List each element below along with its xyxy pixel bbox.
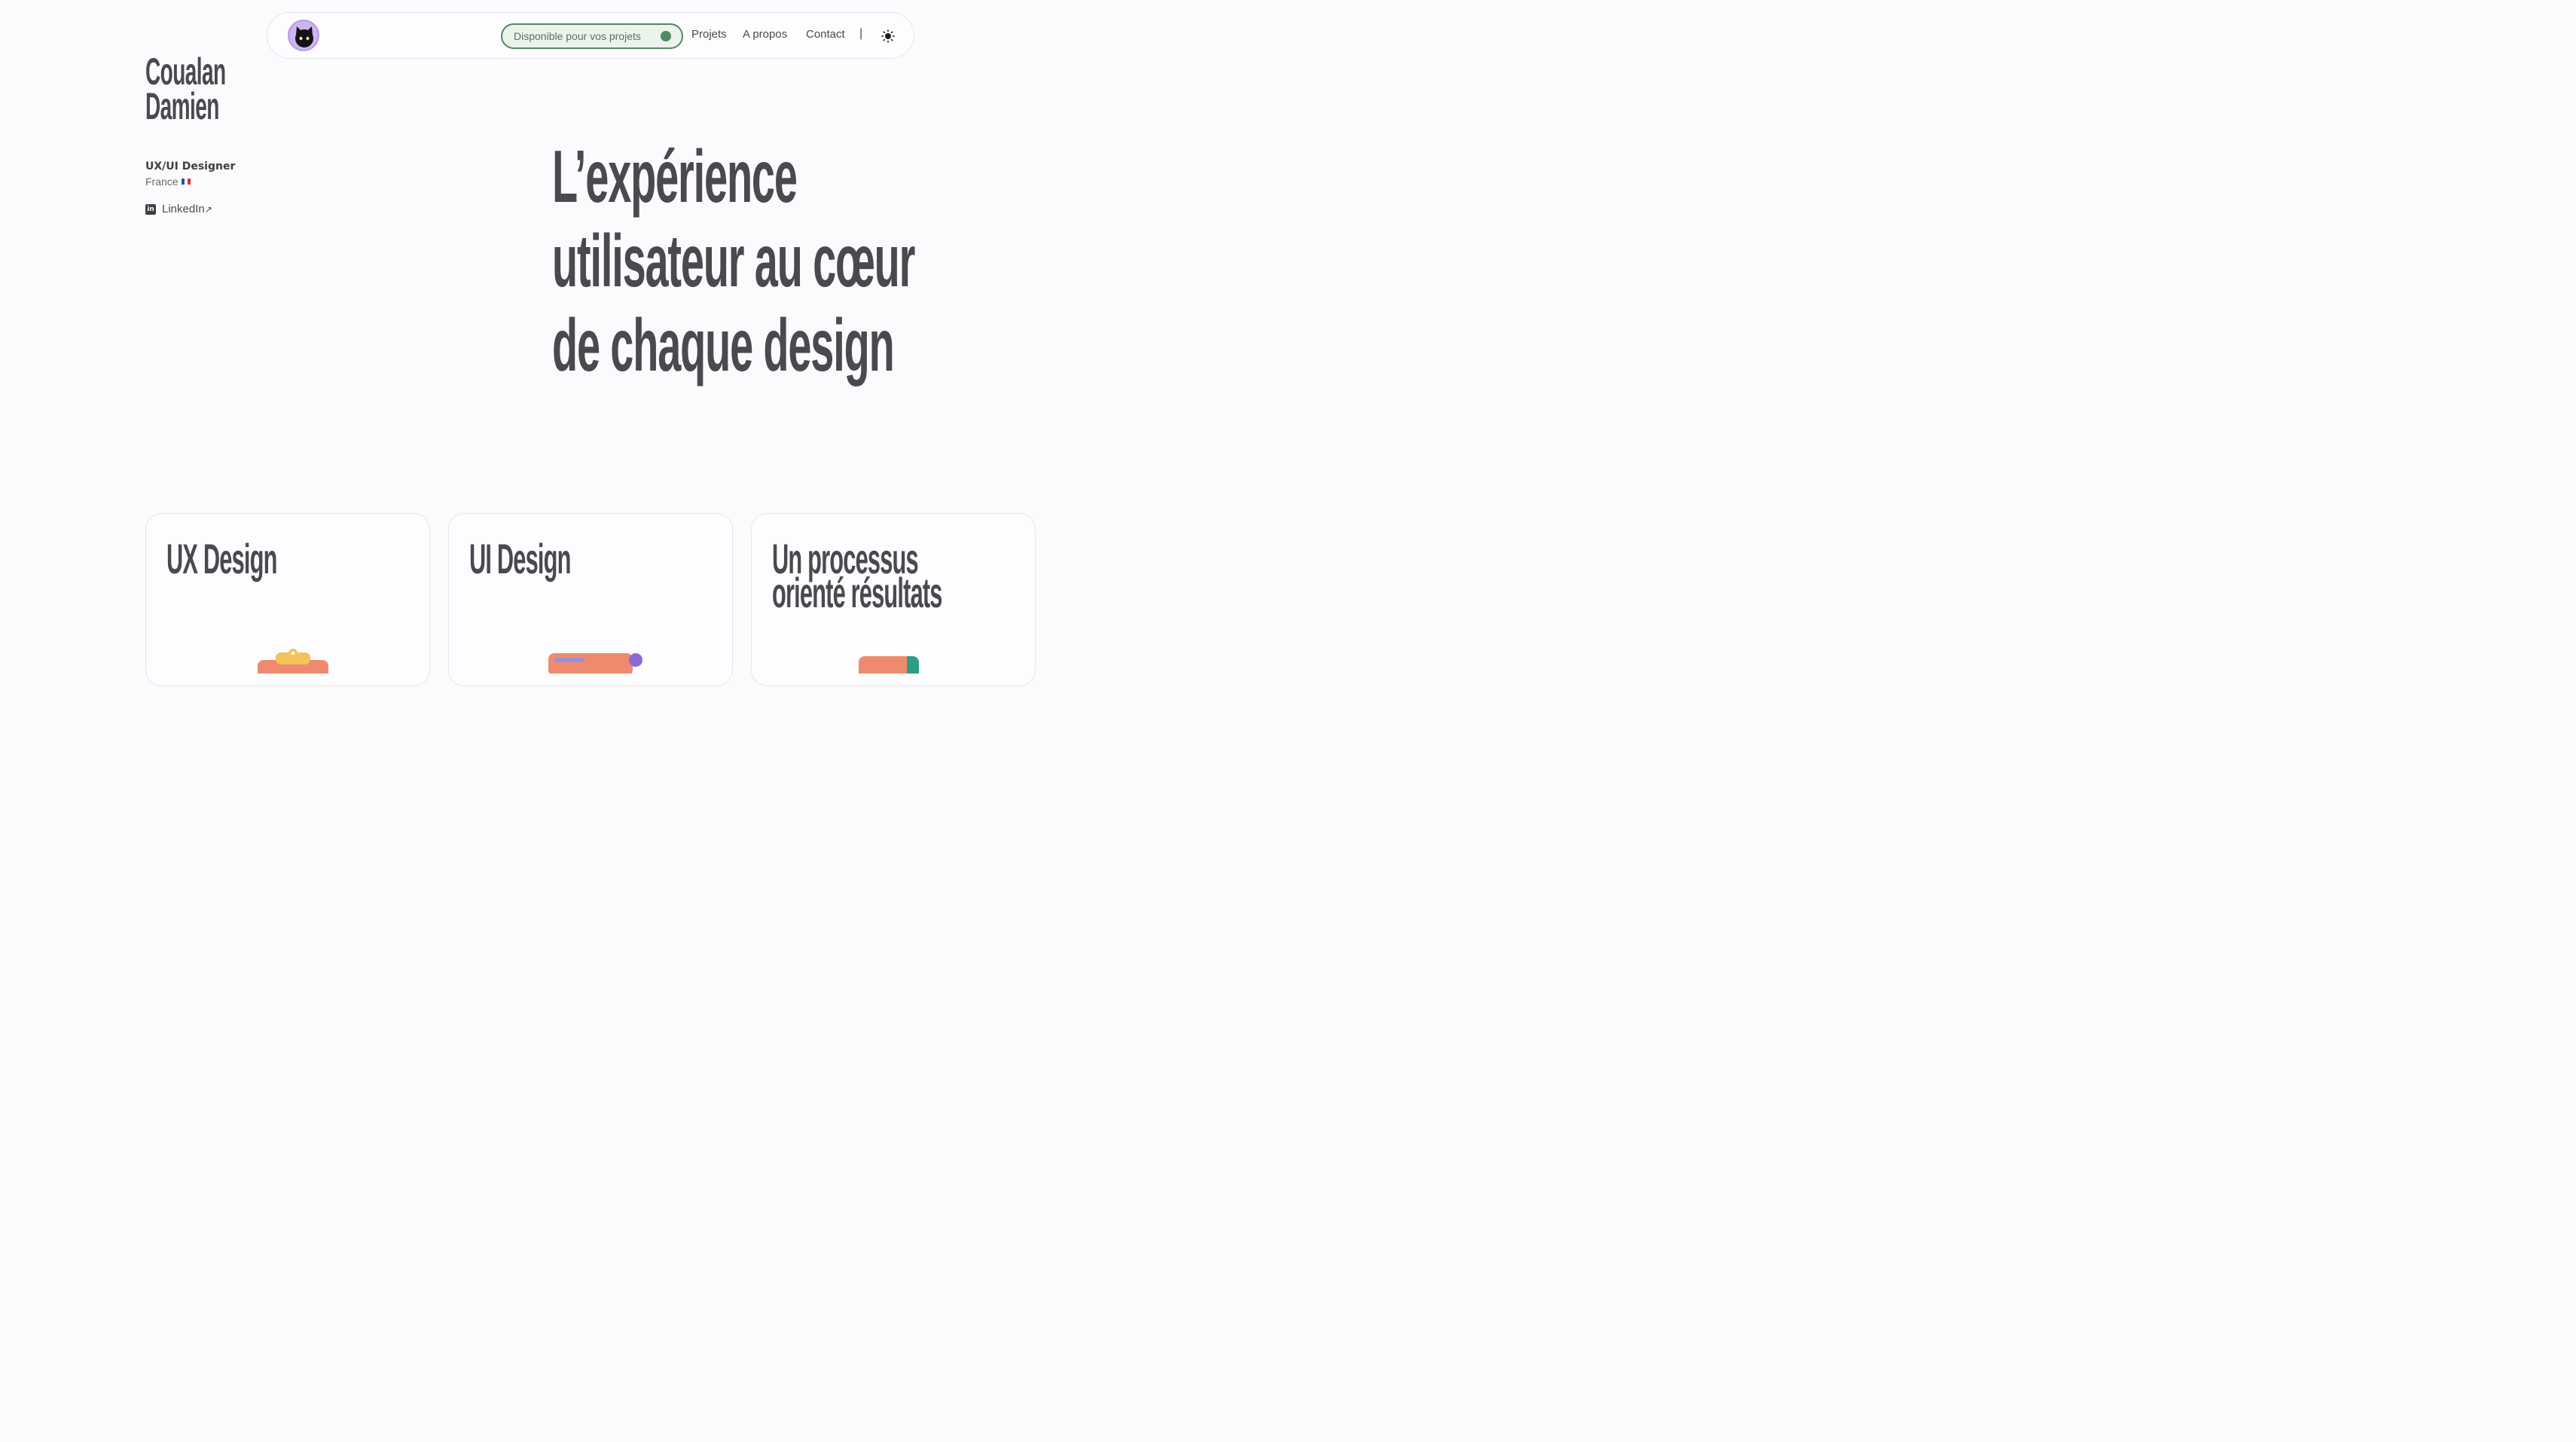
linkedin-label: LinkedIn xyxy=(162,203,205,215)
availability-label: Disponible pour vos projets xyxy=(514,30,641,42)
job-title: UX/UI Designer xyxy=(145,160,236,173)
hero-line-2: utilisateur au cœur xyxy=(552,219,915,302)
site-name: Coualan Damien xyxy=(145,50,288,127)
theme-toggle-button[interactable] xyxy=(881,29,895,46)
card-title-line: UX Design xyxy=(166,535,277,582)
service-card-process[interactable]: Un processus orienté résultats xyxy=(751,513,1036,686)
card-title: Un processus orienté résultats xyxy=(772,538,1035,616)
linkedin-icon: in xyxy=(145,203,156,215)
nav-link-projets[interactable]: Projets xyxy=(691,28,727,41)
name-first: Coualan xyxy=(145,50,226,93)
card-title: UI Design xyxy=(469,535,654,582)
linkedin-link[interactable]: in LinkedIn↗ xyxy=(145,203,212,215)
chart-illustration-icon xyxy=(859,656,919,674)
browser-window-illustration-icon xyxy=(548,653,642,674)
nav-link-a-propos[interactable]: A propos xyxy=(743,28,787,41)
external-arrow-icon: ↗ xyxy=(204,204,212,215)
location: France xyxy=(145,176,191,188)
nav-link-contact[interactable]: Contact xyxy=(806,28,845,41)
hero-line-3: de chaque design xyxy=(552,304,895,386)
service-card-ux[interactable]: UX Design xyxy=(145,513,430,686)
hero-line-1: L’expérience xyxy=(552,135,798,218)
top-navbar: Disponible pour vos projets Projets A pr… xyxy=(267,12,914,59)
sun-icon xyxy=(881,29,895,43)
card-title-line: UI Design xyxy=(469,535,571,582)
availability-badge: Disponible pour vos projets xyxy=(501,23,683,49)
service-card-ui[interactable]: UI Design xyxy=(448,513,733,686)
country-label: France xyxy=(145,176,179,188)
cat-icon xyxy=(295,26,313,47)
avatar[interactable] xyxy=(288,20,319,51)
hero-headline: L’expérience utilisateur au cœur de chaq… xyxy=(552,136,1188,389)
france-flag-icon xyxy=(181,179,191,185)
status-dot-icon xyxy=(661,31,671,41)
card-title: UX Design xyxy=(166,535,368,582)
card-title-line: orienté résultats xyxy=(772,569,942,616)
name-last: Damien xyxy=(145,85,219,127)
nav-separator: | xyxy=(859,27,863,40)
clipboard-illustration-icon xyxy=(258,649,328,674)
